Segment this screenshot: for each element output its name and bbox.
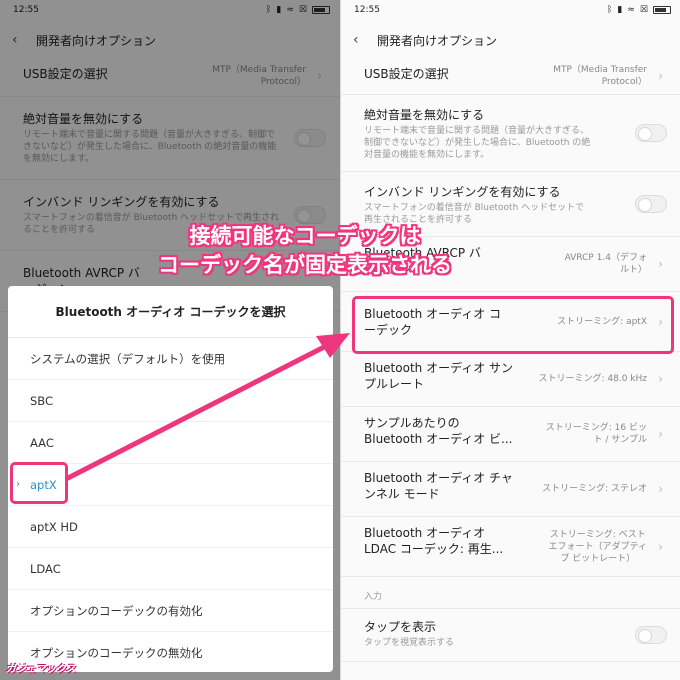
callout-line: 接続可能なコーデックは	[189, 224, 421, 248]
callout-line: コーデック名が固定表示される	[158, 253, 452, 277]
watermark-logo: ガジェマックス	[6, 664, 76, 675]
screenshot-composite: 12:55 ᛒ ▮ ≈ ☒ ‹ 開発者向けオプション USB設定の選択 MTP（…	[0, 0, 680, 680]
annotation-callout: 接続可能なコーデックは コーデック名が固定表示される	[138, 222, 472, 280]
highlight-codec-row	[352, 296, 674, 354]
highlight-aptx-option	[10, 462, 68, 504]
